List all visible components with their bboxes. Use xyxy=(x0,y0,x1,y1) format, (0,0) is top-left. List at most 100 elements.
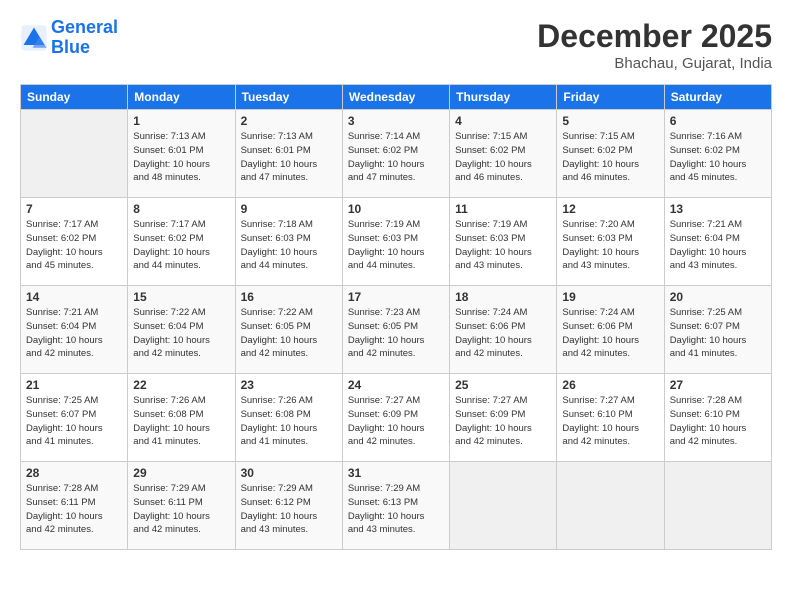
day-number: 19 xyxy=(562,290,658,304)
day-info: Sunrise: 7:25 AM Sunset: 6:07 PM Dayligh… xyxy=(670,306,766,361)
calendar-cell: 22 Sunrise: 7:26 AM Sunset: 6:08 PM Dayli… xyxy=(128,374,235,462)
day-number: 14 xyxy=(26,290,122,304)
location: Bhachau, Gujarat, India xyxy=(537,55,772,72)
day-number: 30 xyxy=(241,466,337,480)
header-row: Sunday Monday Tuesday Wednesday Thursday… xyxy=(21,85,772,110)
day-info: Sunrise: 7:19 AM Sunset: 6:03 PM Dayligh… xyxy=(348,218,444,273)
calendar-week-2: 7 Sunrise: 7:17 AM Sunset: 6:02 PM Daylig… xyxy=(21,198,772,286)
day-number: 17 xyxy=(348,290,444,304)
calendar-cell: 23Sunrise: 7:26 AM Sunset: 6:08 PM Dayli… xyxy=(235,374,342,462)
calendar-cell: 3Sunrise: 7:14 AM Sunset: 6:02 PM Daylig… xyxy=(342,110,449,198)
day-info: Sunrise: 7:29 AM Sunset: 6:12 PM Dayligh… xyxy=(241,482,337,537)
day-info: Sunrise: 7:22 AM Sunset: 6:05 PM Dayligh… xyxy=(241,306,337,361)
calendar-cell: 18 Sunrise: 7:24 AM Sunset: 6:06 PM Dayli… xyxy=(450,286,557,374)
calendar-cell: 29Sunrise: 7:29 AM Sunset: 6:11 PM Dayli… xyxy=(128,462,235,550)
day-number: 29 xyxy=(133,466,229,480)
calendar-cell: 13Sunrise: 7:21 AM Sunset: 6:04 PM Dayli… xyxy=(664,198,771,286)
logo-blue: Blue xyxy=(51,37,90,57)
calendar-cell: 31 Sunrise: 7:29 AM Sunset: 6:13 PM Dayli… xyxy=(342,462,449,550)
calendar-body: 1Sunrise: 7:13 AM Sunset: 6:01 PM Daylig… xyxy=(21,110,772,550)
day-number: 22 xyxy=(133,378,229,392)
calendar-week-1: 1Sunrise: 7:13 AM Sunset: 6:01 PM Daylig… xyxy=(21,110,772,198)
calendar-cell: 19 Sunrise: 7:24 AM Sunset: 6:06 PM Dayli… xyxy=(557,286,664,374)
calendar-cell: 16 Sunrise: 7:22 AM Sunset: 6:05 PM Dayli… xyxy=(235,286,342,374)
calendar-cell: 11Sunrise: 7:19 AM Sunset: 6:03 PM Dayli… xyxy=(450,198,557,286)
day-info: Sunrise: 7:26 AM Sunset: 6:08 PM Dayligh… xyxy=(241,394,337,449)
day-info: Sunrise: 7:20 AM Sunset: 6:03 PM Dayligh… xyxy=(562,218,658,273)
day-number: 18 xyxy=(455,290,551,304)
header-sunday: Sunday xyxy=(21,85,128,110)
header-wednesday: Wednesday xyxy=(342,85,449,110)
calendar-cell: 5 Sunrise: 7:15 AM Sunset: 6:02 PM Daylig… xyxy=(557,110,664,198)
calendar-cell xyxy=(557,462,664,550)
calendar-cell: 25 Sunrise: 7:27 AM Sunset: 6:09 PM Dayli… xyxy=(450,374,557,462)
day-info: Sunrise: 7:29 AM Sunset: 6:13 PM Dayligh… xyxy=(348,482,444,537)
header-friday: Friday xyxy=(557,85,664,110)
day-number: 9 xyxy=(241,202,337,216)
day-number: 12 xyxy=(562,202,658,216)
day-number: 8 xyxy=(133,202,229,216)
calendar-week-3: 14 Sunrise: 7:21 AM Sunset: 6:04 PM Dayli… xyxy=(21,286,772,374)
calendar-cell: 27 Sunrise: 7:28 AM Sunset: 6:10 PM Dayli… xyxy=(664,374,771,462)
header-tuesday: Tuesday xyxy=(235,85,342,110)
page-container: General Blue December 2025 Bhachau, Guja… xyxy=(0,0,792,560)
day-number: 24 xyxy=(348,378,444,392)
calendar-cell: 8 Sunrise: 7:17 AM Sunset: 6:02 PM Daylig… xyxy=(128,198,235,286)
calendar-header: Sunday Monday Tuesday Wednesday Thursday… xyxy=(21,85,772,110)
day-info: Sunrise: 7:28 AM Sunset: 6:11 PM Dayligh… xyxy=(26,482,122,537)
day-number: 16 xyxy=(241,290,337,304)
header: General Blue December 2025 Bhachau, Guja… xyxy=(20,18,772,72)
calendar-cell: 10 Sunrise: 7:19 AM Sunset: 6:03 PM Dayli… xyxy=(342,198,449,286)
day-number: 25 xyxy=(455,378,551,392)
day-info: Sunrise: 7:23 AM Sunset: 6:05 PM Dayligh… xyxy=(348,306,444,361)
day-number: 10 xyxy=(348,202,444,216)
day-info: Sunrise: 7:25 AM Sunset: 6:07 PM Dayligh… xyxy=(26,394,122,449)
day-number: 21 xyxy=(26,378,122,392)
day-info: Sunrise: 7:26 AM Sunset: 6:08 PM Dayligh… xyxy=(133,394,229,449)
day-number: 11 xyxy=(455,202,551,216)
calendar-cell: 7 Sunrise: 7:17 AM Sunset: 6:02 PM Daylig… xyxy=(21,198,128,286)
day-info: Sunrise: 7:18 AM Sunset: 6:03 PM Dayligh… xyxy=(241,218,337,273)
logo-text: General Blue xyxy=(51,18,118,58)
day-number: 4 xyxy=(455,114,551,128)
day-number: 7 xyxy=(26,202,122,216)
calendar-cell: 21 Sunrise: 7:25 AM Sunset: 6:07 PM Dayli… xyxy=(21,374,128,462)
day-info: Sunrise: 7:15 AM Sunset: 6:02 PM Dayligh… xyxy=(562,130,658,185)
day-info: Sunrise: 7:22 AM Sunset: 6:04 PM Dayligh… xyxy=(133,306,229,361)
day-number: 5 xyxy=(562,114,658,128)
calendar-cell xyxy=(664,462,771,550)
calendar-cell: 1Sunrise: 7:13 AM Sunset: 6:01 PM Daylig… xyxy=(128,110,235,198)
day-info: Sunrise: 7:16 AM Sunset: 6:02 PM Dayligh… xyxy=(670,130,766,185)
day-info: Sunrise: 7:15 AM Sunset: 6:02 PM Dayligh… xyxy=(455,130,551,185)
calendar-cell: 30 Sunrise: 7:29 AM Sunset: 6:12 PM Dayli… xyxy=(235,462,342,550)
calendar-cell: 9 Sunrise: 7:18 AM Sunset: 6:03 PM Daylig… xyxy=(235,198,342,286)
calendar-cell: 15Sunrise: 7:22 AM Sunset: 6:04 PM Dayli… xyxy=(128,286,235,374)
calendar-cell: 14 Sunrise: 7:21 AM Sunset: 6:04 PM Dayli… xyxy=(21,286,128,374)
day-info: Sunrise: 7:24 AM Sunset: 6:06 PM Dayligh… xyxy=(455,306,551,361)
calendar-cell: 17 Sunrise: 7:23 AM Sunset: 6:05 PM Dayli… xyxy=(342,286,449,374)
day-info: Sunrise: 7:21 AM Sunset: 6:04 PM Dayligh… xyxy=(26,306,122,361)
day-number: 27 xyxy=(670,378,766,392)
logo-icon xyxy=(20,24,48,52)
calendar-cell: 6Sunrise: 7:16 AM Sunset: 6:02 PM Daylig… xyxy=(664,110,771,198)
calendar-cell: 4 Sunrise: 7:15 AM Sunset: 6:02 PM Daylig… xyxy=(450,110,557,198)
header-thursday: Thursday xyxy=(450,85,557,110)
day-info: Sunrise: 7:21 AM Sunset: 6:04 PM Dayligh… xyxy=(670,218,766,273)
day-info: Sunrise: 7:17 AM Sunset: 6:02 PM Dayligh… xyxy=(133,218,229,273)
day-info: Sunrise: 7:27 AM Sunset: 6:09 PM Dayligh… xyxy=(455,394,551,449)
logo-general: General xyxy=(51,17,118,37)
calendar-week-4: 21 Sunrise: 7:25 AM Sunset: 6:07 PM Dayli… xyxy=(21,374,772,462)
day-info: Sunrise: 7:14 AM Sunset: 6:02 PM Dayligh… xyxy=(348,130,444,185)
day-number: 26 xyxy=(562,378,658,392)
day-number: 28 xyxy=(26,466,122,480)
day-info: Sunrise: 7:27 AM Sunset: 6:10 PM Dayligh… xyxy=(562,394,658,449)
calendar-week-5: 28 Sunrise: 7:28 AM Sunset: 6:11 PM Dayli… xyxy=(21,462,772,550)
day-info: Sunrise: 7:17 AM Sunset: 6:02 PM Dayligh… xyxy=(26,218,122,273)
calendar-cell xyxy=(21,110,128,198)
calendar-cell: 12 Sunrise: 7:20 AM Sunset: 6:03 PM Dayli… xyxy=(557,198,664,286)
calendar-cell: 24Sunrise: 7:27 AM Sunset: 6:09 PM Dayli… xyxy=(342,374,449,462)
day-info: Sunrise: 7:28 AM Sunset: 6:10 PM Dayligh… xyxy=(670,394,766,449)
day-number: 31 xyxy=(348,466,444,480)
day-info: Sunrise: 7:24 AM Sunset: 6:06 PM Dayligh… xyxy=(562,306,658,361)
day-number: 20 xyxy=(670,290,766,304)
